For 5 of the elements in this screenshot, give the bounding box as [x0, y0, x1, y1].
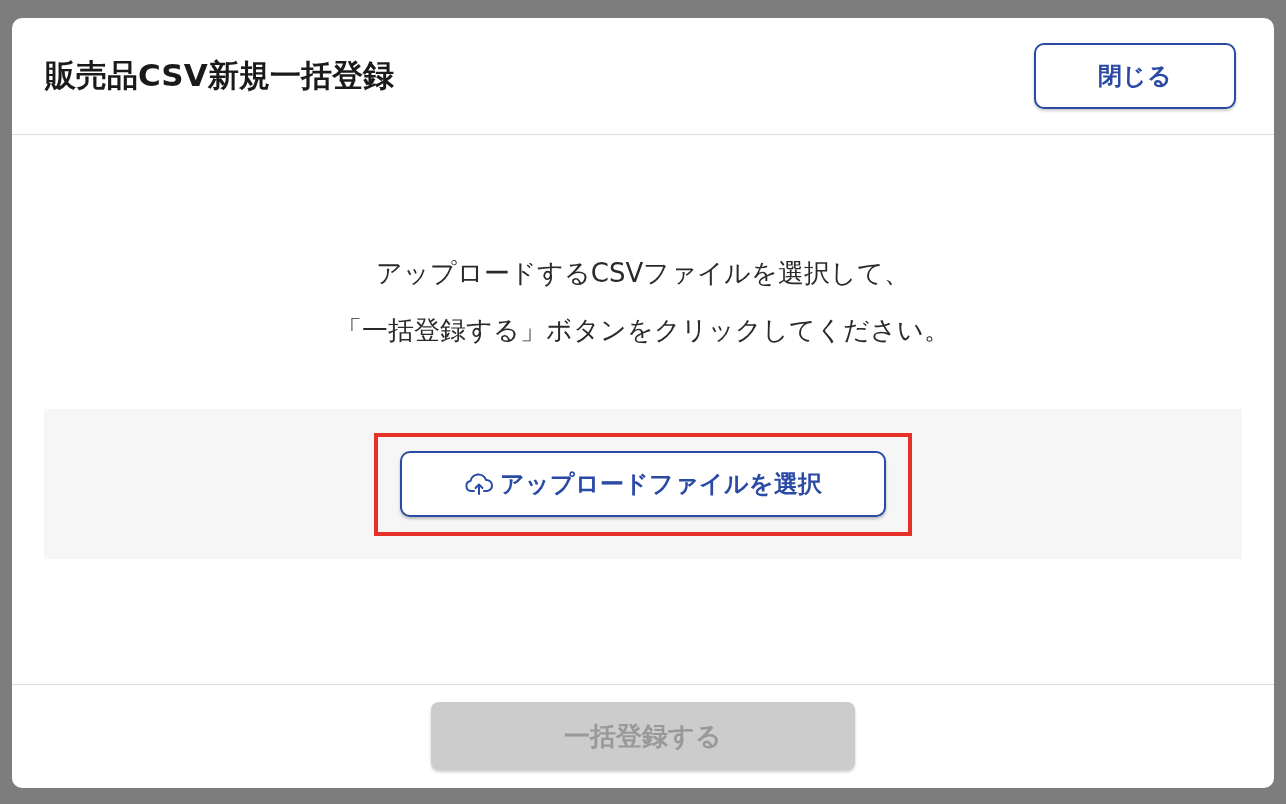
dialog-title: 販売品CSV新規一括登録	[45, 56, 394, 95]
upload-button[interactable]: アップロードファイルを選択	[400, 450, 886, 517]
close-button[interactable]: 閉じる	[1034, 43, 1236, 109]
instruction-text: アップロードするCSVファイルを選択して、 「一括登録する」ボタンをクリックしてください。	[336, 257, 950, 347]
cloud-upload-icon	[464, 471, 494, 496]
